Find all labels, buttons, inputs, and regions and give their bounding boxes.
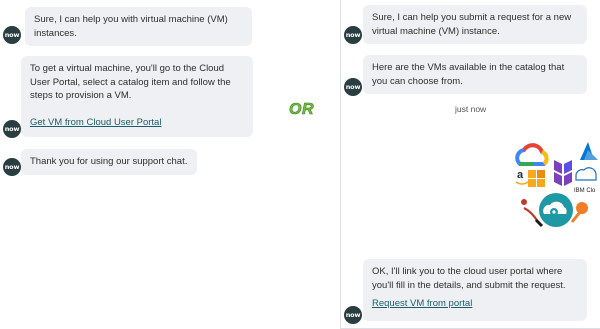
ibm-cloud-icon: IBM Clo	[574, 167, 597, 194]
left-chat-panel: Sure, I can help you with virtual machin…	[0, 0, 272, 329]
vm-catalog-image[interactable]: a IBM Clo	[514, 140, 598, 228]
svg-text:a: a	[517, 169, 524, 181]
chat-message: Sure, I can help you submit a request fo…	[363, 5, 587, 44]
now-avatar: now	[3, 120, 21, 138]
aws-icon: a	[515, 169, 545, 187]
catalog-logos-svg: a IBM Clo	[515, 142, 598, 228]
chat-message: Thank you for using our support chat.	[21, 149, 197, 175]
message-text: Sure, I can help you with virtual machin…	[34, 14, 228, 39]
message-timestamp: just now	[455, 104, 487, 114]
message-text: OK, I'll link you to the cloud user port…	[372, 266, 566, 291]
or-label: OR	[289, 101, 314, 119]
chat-message: To get a virtual machine, you'll go to t…	[21, 56, 253, 137]
terraform-icon	[554, 160, 572, 186]
now-avatar: now	[344, 306, 362, 324]
message-text: To get a virtual machine, you'll go to t…	[30, 63, 231, 101]
chat-message: Here are the VMs available in the catalo…	[363, 55, 587, 94]
svg-text:IBM Clo: IBM Clo	[574, 188, 596, 194]
cloud-tools-icon	[521, 193, 588, 228]
now-avatar: now	[344, 78, 362, 96]
chat-message: OK, I'll link you to the cloud user port…	[363, 259, 587, 321]
request-vm-link[interactable]: Request VM from portal	[372, 298, 472, 309]
now-avatar: now	[344, 26, 362, 44]
message-text: Sure, I can help you submit a request fo…	[372, 12, 572, 37]
chat-message: Sure, I can help you with virtual machin…	[25, 7, 252, 46]
comparison-canvas: Sure, I can help you with virtual machin…	[0, 0, 600, 329]
message-text: Thank you for using our support chat.	[30, 156, 188, 167]
message-text: Here are the VMs available in the catalo…	[372, 62, 565, 87]
azure-icon	[580, 142, 598, 160]
now-avatar: now	[3, 26, 21, 44]
google-cloud-icon	[515, 143, 549, 166]
now-avatar: now	[3, 158, 21, 176]
get-vm-link[interactable]: Get VM from Cloud User Portal	[30, 117, 161, 128]
